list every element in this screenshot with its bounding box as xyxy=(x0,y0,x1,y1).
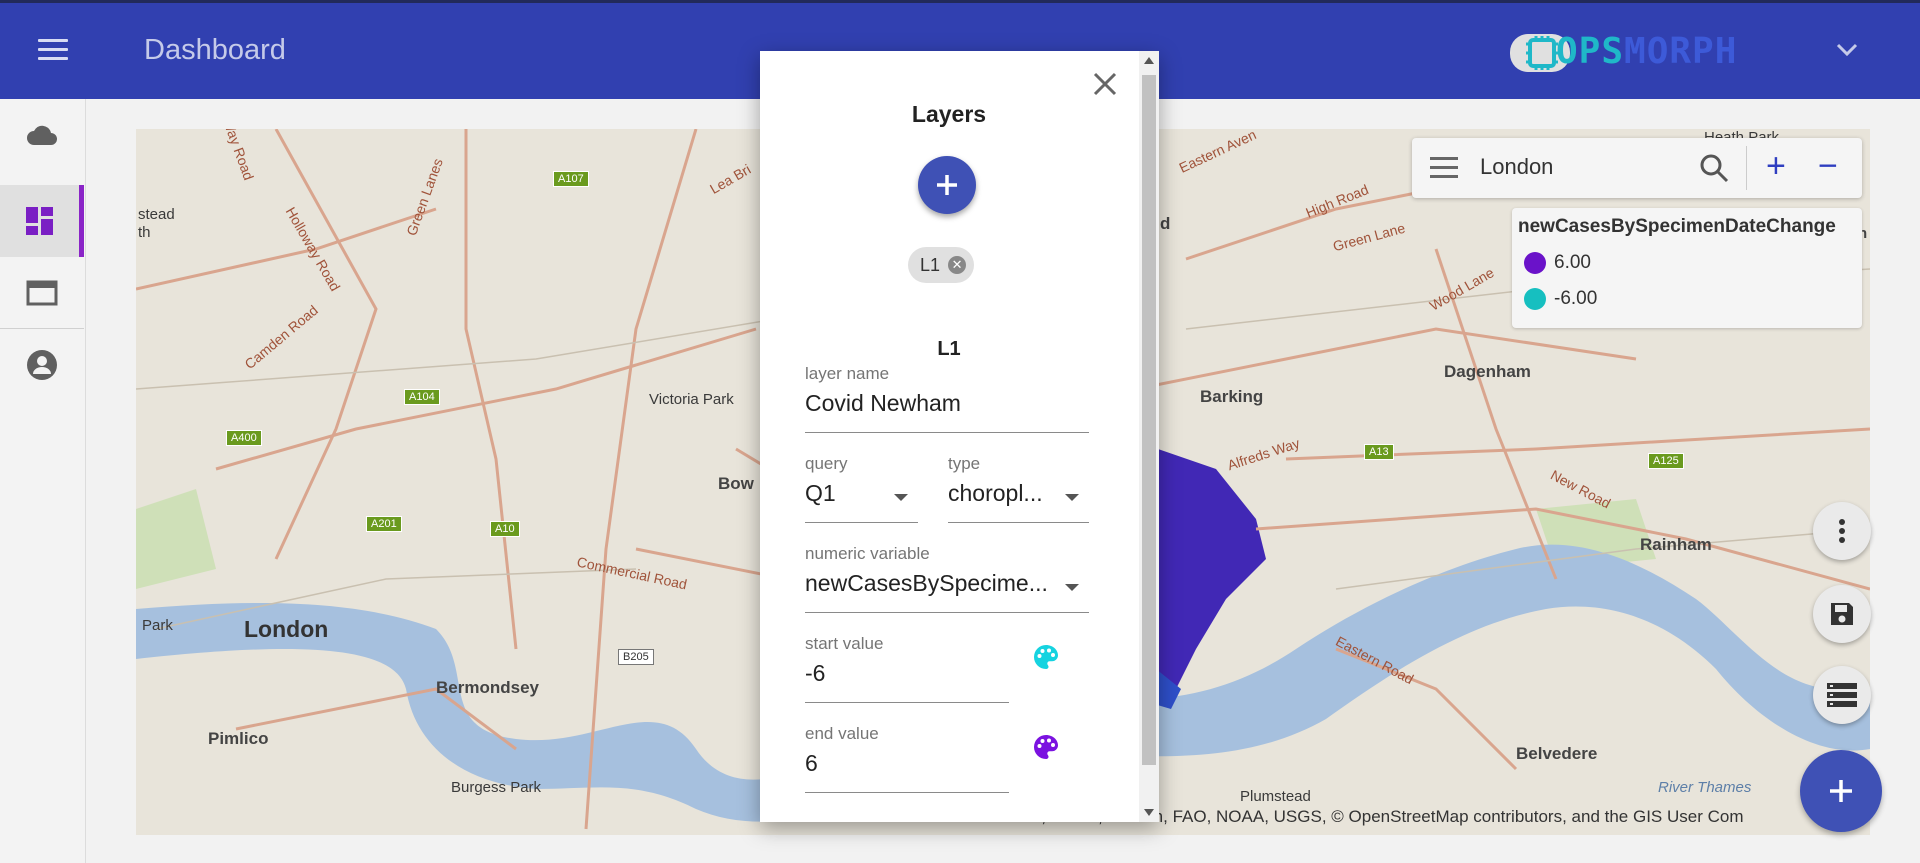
zoom-in-icon[interactable]: + xyxy=(1766,149,1786,183)
menu-icon[interactable] xyxy=(38,39,68,61)
more-options-button[interactable] xyxy=(1813,502,1871,560)
map-label-d: d xyxy=(1160,214,1171,233)
query-label: query xyxy=(805,454,848,473)
more-vert-icon xyxy=(1839,519,1845,543)
search-menu-icon[interactable] xyxy=(1430,157,1458,179)
road-shield-a104: A104 xyxy=(404,389,440,405)
map-label-stead: stead xyxy=(138,206,175,223)
end-value-field[interactable]: end value 6 xyxy=(805,724,1009,793)
map-label-bermondsey: Bermondsey xyxy=(436,678,539,697)
page-title: Dashboard xyxy=(144,34,286,66)
road-shield-a10: A10 xyxy=(490,521,520,537)
logo-text-morph: MORPH xyxy=(1624,31,1738,72)
layer-chip-label: L1 xyxy=(920,254,941,275)
scroll-down-arrow-icon[interactable] xyxy=(1144,809,1154,816)
window-icon xyxy=(26,280,58,306)
numeric-variable-value: newCasesBySpecime... xyxy=(805,570,1048,596)
dialog-scrollbar[interactable] xyxy=(1139,51,1159,822)
nav-item-cloud[interactable] xyxy=(0,99,84,171)
add-fab-button[interactable] xyxy=(1800,750,1882,832)
dialog-title: Layers xyxy=(911,101,987,127)
map-search-bar: London + − xyxy=(1412,138,1862,198)
search-input[interactable]: London xyxy=(1480,154,1553,180)
search-separator xyxy=(1746,146,1747,190)
map-label-victoria-park: Victoria Park xyxy=(649,391,734,408)
dropdown-arrow-icon xyxy=(894,494,908,501)
layer-name-input[interactable]: Covid Newham xyxy=(805,390,961,417)
map-label-belvedere: Belvedere xyxy=(1516,744,1598,763)
add-icon xyxy=(1830,780,1852,802)
nav-item-account[interactable] xyxy=(0,329,84,401)
search-icon[interactable] xyxy=(1698,152,1730,184)
legend-item: -6.00 xyxy=(1524,288,1597,310)
map-label-park: Park xyxy=(142,617,173,634)
map-label-bow: Bow xyxy=(718,474,754,493)
legend-swatch xyxy=(1524,252,1546,274)
dropdown-arrow-icon xyxy=(1065,584,1079,591)
layer-name-label: layer name xyxy=(805,364,890,383)
layer-name-field[interactable]: layer name Covid Newham xyxy=(805,364,1089,433)
start-value-field[interactable]: start value -6 xyxy=(805,634,1009,703)
layers-list-icon xyxy=(1827,683,1857,707)
opsmorph-logo: OPSMORPH xyxy=(1510,31,1815,75)
legend-label: -6.00 xyxy=(1554,288,1598,309)
road-shield-a400: A400 xyxy=(226,430,262,446)
chevron-down-icon[interactable] xyxy=(1836,43,1858,57)
map-label-london: London xyxy=(244,616,329,642)
map-label-rainham: Rainham xyxy=(1640,535,1712,554)
query-select[interactable]: query Q1 xyxy=(805,454,918,523)
layers-list-button[interactable] xyxy=(1813,666,1871,724)
type-select[interactable]: type choropl... xyxy=(948,454,1089,523)
nav-item-window[interactable] xyxy=(0,257,84,329)
layers-dialog: Layers L1 ✕ L1 layer name Covid Newham q… xyxy=(760,51,1159,822)
layer-chip[interactable]: L1 ✕ xyxy=(908,247,975,283)
save-icon xyxy=(1831,603,1853,625)
map-label-th: th xyxy=(138,224,151,241)
zoom-out-icon[interactable]: − xyxy=(1818,149,1838,183)
legend-label: 6.00 xyxy=(1554,252,1591,273)
dropdown-arrow-icon xyxy=(1065,494,1079,501)
add-icon xyxy=(937,175,957,195)
save-button[interactable] xyxy=(1813,585,1871,643)
legend-item: 6.00 xyxy=(1524,252,1591,274)
palette-icon[interactable] xyxy=(1032,733,1060,761)
cloud-icon xyxy=(27,125,57,145)
side-navigation xyxy=(0,99,86,863)
map-legend: newCasesBySpecimenDateChange 6.00 -6.00 xyxy=(1512,208,1862,328)
layer-heading: L1 xyxy=(937,338,961,360)
legend-title: newCasesBySpecimenDateChange xyxy=(1518,216,1836,237)
end-value-input[interactable]: 6 xyxy=(805,750,818,777)
map-label-burgess-park: Burgess Park xyxy=(451,779,542,796)
palette-icon[interactable] xyxy=(1032,643,1060,671)
start-value-label: start value xyxy=(805,634,884,653)
map-label-plumstead: Plumstead xyxy=(1240,788,1311,805)
chip-remove-icon[interactable]: ✕ xyxy=(948,256,967,274)
start-value-input[interactable]: -6 xyxy=(805,660,825,687)
dashboard-icon xyxy=(25,207,53,235)
numeric-variable-select[interactable]: numeric variable newCasesBySpecime... xyxy=(805,544,1089,613)
road-shield-b205: B205 xyxy=(618,649,654,665)
map-label-pimlico: Pimlico xyxy=(208,729,269,748)
logo-text-ops: OPS xyxy=(1556,31,1625,72)
map-label-barking: Barking xyxy=(1200,387,1264,406)
road-shield-a125: A125 xyxy=(1648,453,1684,469)
scroll-up-arrow-icon[interactable] xyxy=(1144,57,1154,64)
query-value: Q1 xyxy=(805,480,836,506)
end-value-label: end value xyxy=(805,724,879,743)
legend-swatch xyxy=(1524,288,1546,310)
road-shield-a107: A107 xyxy=(553,171,589,187)
road-shield-a13: A13 xyxy=(1364,444,1394,460)
type-value: choropl... xyxy=(948,480,1043,506)
map-label-dagenham: Dagenham xyxy=(1444,362,1531,381)
account-icon xyxy=(27,350,57,380)
type-label: type xyxy=(948,454,981,473)
add-layer-button[interactable] xyxy=(918,156,976,214)
close-icon[interactable] xyxy=(1090,69,1120,99)
nav-item-dashboard[interactable] xyxy=(0,185,84,257)
road-shield-a201: A201 xyxy=(366,516,402,532)
scrollbar-thumb[interactable] xyxy=(1142,75,1156,765)
map-label-river-thames: River Thames xyxy=(1658,779,1752,796)
numeric-variable-label: numeric variable xyxy=(805,544,930,563)
